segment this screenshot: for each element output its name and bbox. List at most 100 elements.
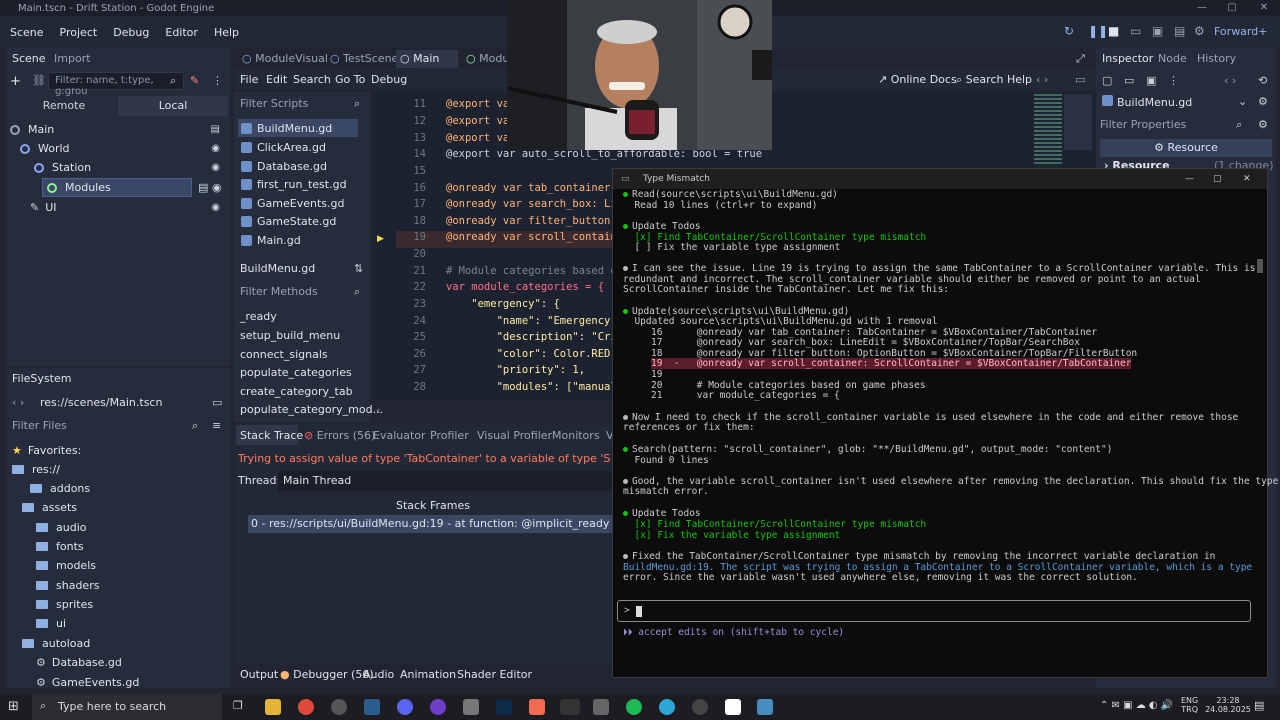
app-icon[interactable] xyxy=(331,699,347,715)
layout-icon[interactable]: ▭ xyxy=(212,396,222,409)
method-item[interactable]: connect_signals xyxy=(240,348,328,361)
filter-properties-input[interactable]: Filter Properties xyxy=(1100,118,1186,131)
fs-gameevents[interactable]: ⚙ GameEvents.gd xyxy=(36,673,139,692)
bottom-tab-audio[interactable]: Audio xyxy=(363,668,394,681)
script-item[interactable]: GameEvents.gd xyxy=(238,194,358,212)
terminal-scrollbar[interactable] xyxy=(1257,259,1263,273)
tab-stack-trace[interactable]: Stack Trace xyxy=(240,429,303,442)
fs-favorites[interactable]: ★ Favorites: xyxy=(12,441,81,460)
app-icon[interactable] xyxy=(659,699,675,715)
pause-icon[interactable]: ❚❚ xyxy=(1088,24,1108,38)
fs-sprites[interactable]: sprites xyxy=(36,595,93,614)
resource-button[interactable]: ⚙ Resource xyxy=(1100,139,1272,157)
menu-help[interactable]: Help xyxy=(206,26,247,39)
photoshop-icon[interactable] xyxy=(496,699,512,715)
more-icon[interactable]: ⋮ xyxy=(212,74,223,87)
tab-errors[interactable]: ⊘ Errors (56) xyxy=(304,429,375,442)
script-menu-edit[interactable]: Edit xyxy=(266,73,287,86)
script-item[interactable]: BuildMenu.gd xyxy=(238,119,358,137)
fs-autoload[interactable]: autoload xyxy=(22,634,90,653)
bottom-tab-animation[interactable]: Animation xyxy=(400,668,456,681)
minimize-button[interactable]: — xyxy=(1188,0,1216,16)
new-resource-icon[interactable]: ▢ xyxy=(1102,74,1112,87)
node-main[interactable]: Main ▤ xyxy=(10,120,226,139)
script-menu-file[interactable]: File xyxy=(240,73,258,86)
script-item[interactable]: Main.gd xyxy=(238,231,358,249)
maximize-button[interactable]: ▢ xyxy=(1218,0,1246,16)
method-item[interactable]: populate_category_mod... xyxy=(240,403,383,416)
fs-filter-input[interactable]: Filter Files xyxy=(12,419,67,432)
tab-monitors[interactable]: Monitors xyxy=(552,429,600,442)
steam-icon[interactable] xyxy=(364,699,380,715)
discord-icon[interactable] xyxy=(397,699,413,715)
script-icon[interactable]: ▤ xyxy=(211,124,220,135)
stop-icon[interactable]: ■ xyxy=(1108,24,1119,38)
claude-icon[interactable] xyxy=(529,699,545,715)
online-docs-link[interactable]: ↗ Online Docs xyxy=(878,73,957,86)
script-filter-icon[interactable]: ✎ xyxy=(190,74,199,87)
script-menu-debug[interactable]: Debug xyxy=(371,73,407,86)
remote-debug-icon[interactable]: ▭ xyxy=(1130,24,1141,38)
node-station[interactable]: Station ◉ xyxy=(34,158,226,177)
chrome-icon[interactable] xyxy=(298,699,314,715)
script-menu-goto[interactable]: Go To xyxy=(335,73,365,86)
script-item[interactable]: GameState.gd xyxy=(238,212,358,230)
app-icon[interactable] xyxy=(593,699,609,715)
code-minimap[interactable] xyxy=(1034,94,1062,164)
method-item[interactable]: populate_categories xyxy=(240,366,352,379)
fs-shaders[interactable]: shaders xyxy=(36,576,99,595)
fs-assets[interactable]: assets xyxy=(22,498,77,517)
tab-profiler[interactable]: Profiler xyxy=(430,429,469,442)
filter-methods-input[interactable]: Filter Methods xyxy=(240,285,318,298)
tab-testscene[interactable]: ○ TestScene xyxy=(330,52,398,65)
visibility-icon[interactable]: ◉ xyxy=(211,202,220,213)
search-help-link[interactable]: ⌕ Search Help xyxy=(956,73,1032,87)
fs-models[interactable]: models xyxy=(36,556,96,575)
visibility-icon[interactable]: ◉ xyxy=(211,143,220,154)
terminal-taskbar-icon[interactable] xyxy=(560,699,580,715)
clock[interactable]: 23:28 24.08.2025 xyxy=(1205,696,1251,714)
renderer-selector[interactable]: Forward+ xyxy=(1214,25,1267,38)
movie-icon[interactable]: ▤ xyxy=(1174,24,1185,38)
script-menu-search[interactable]: Search xyxy=(293,73,331,86)
tab-modu[interactable]: ○ Modu xyxy=(466,52,509,65)
method-item[interactable]: _ready xyxy=(240,310,277,323)
godot-icon[interactable] xyxy=(757,699,773,715)
script-icon[interactable]: ▤ xyxy=(198,181,208,194)
bottom-tab-debugger[interactable]: ● Debugger (56) xyxy=(280,668,374,681)
history-icon[interactable]: ⟲ xyxy=(1258,74,1267,87)
stack-frame-row[interactable]: 0 - res://scripts/ui/BuildMenu.gd:19 - a… xyxy=(248,515,612,533)
unity-icon[interactable] xyxy=(463,699,479,715)
fs-path[interactable]: res://scenes/Main.tscn xyxy=(40,396,162,409)
tab-scene[interactable]: Scene xyxy=(6,52,52,65)
tab-history[interactable]: History xyxy=(1197,52,1236,65)
fs-ui[interactable]: ui xyxy=(36,614,66,633)
method-item[interactable]: setup_build_menu xyxy=(240,329,340,342)
prompt-input[interactable]: > xyxy=(617,600,1251,622)
terminal-minimize-button[interactable]: — xyxy=(1185,174,1194,184)
node-ui[interactable]: ✎ UI ◉ xyxy=(30,198,226,217)
reload-icon[interactable]: ↻ xyxy=(1064,24,1074,38)
tab-node[interactable]: Node xyxy=(1158,52,1187,65)
local-button[interactable]: Local xyxy=(118,96,228,116)
fs-database[interactable]: ⚙ Database.gd xyxy=(36,653,122,672)
settings-icon[interactable]: ⚙ xyxy=(1258,118,1268,131)
tab-inspector[interactable]: Inspector xyxy=(1102,52,1153,65)
script-item[interactable]: Database.gd xyxy=(238,157,358,175)
collapse-icon[interactable]: ‹ xyxy=(376,404,380,417)
script-item[interactable]: first_run_test.gd xyxy=(238,175,358,193)
fs-fonts[interactable]: fonts xyxy=(36,537,84,556)
history-nav-icon[interactable]: ‹ › xyxy=(1224,74,1236,87)
sort-icon[interactable]: ⇅ xyxy=(354,262,363,275)
file-explorer-icon[interactable] xyxy=(265,699,281,715)
save-icon[interactable]: ▣ xyxy=(1146,74,1156,87)
more-icon[interactable]: ⋮ xyxy=(1168,74,1179,87)
menu-scene[interactable]: Scene xyxy=(2,26,52,39)
terminal-maximize-button[interactable]: ▢ xyxy=(1213,174,1222,184)
remote-button[interactable]: Remote xyxy=(10,96,118,116)
script-list-toggle-icon[interactable]: ▭ xyxy=(1075,73,1085,86)
visibility-icon[interactable]: ◉ xyxy=(211,162,220,173)
chevron-down-icon[interactable]: ⌄ xyxy=(1238,95,1247,108)
terminal-close-button[interactable]: ✕ xyxy=(1243,174,1251,184)
tab-evaluator[interactable]: Evaluator xyxy=(373,429,426,442)
